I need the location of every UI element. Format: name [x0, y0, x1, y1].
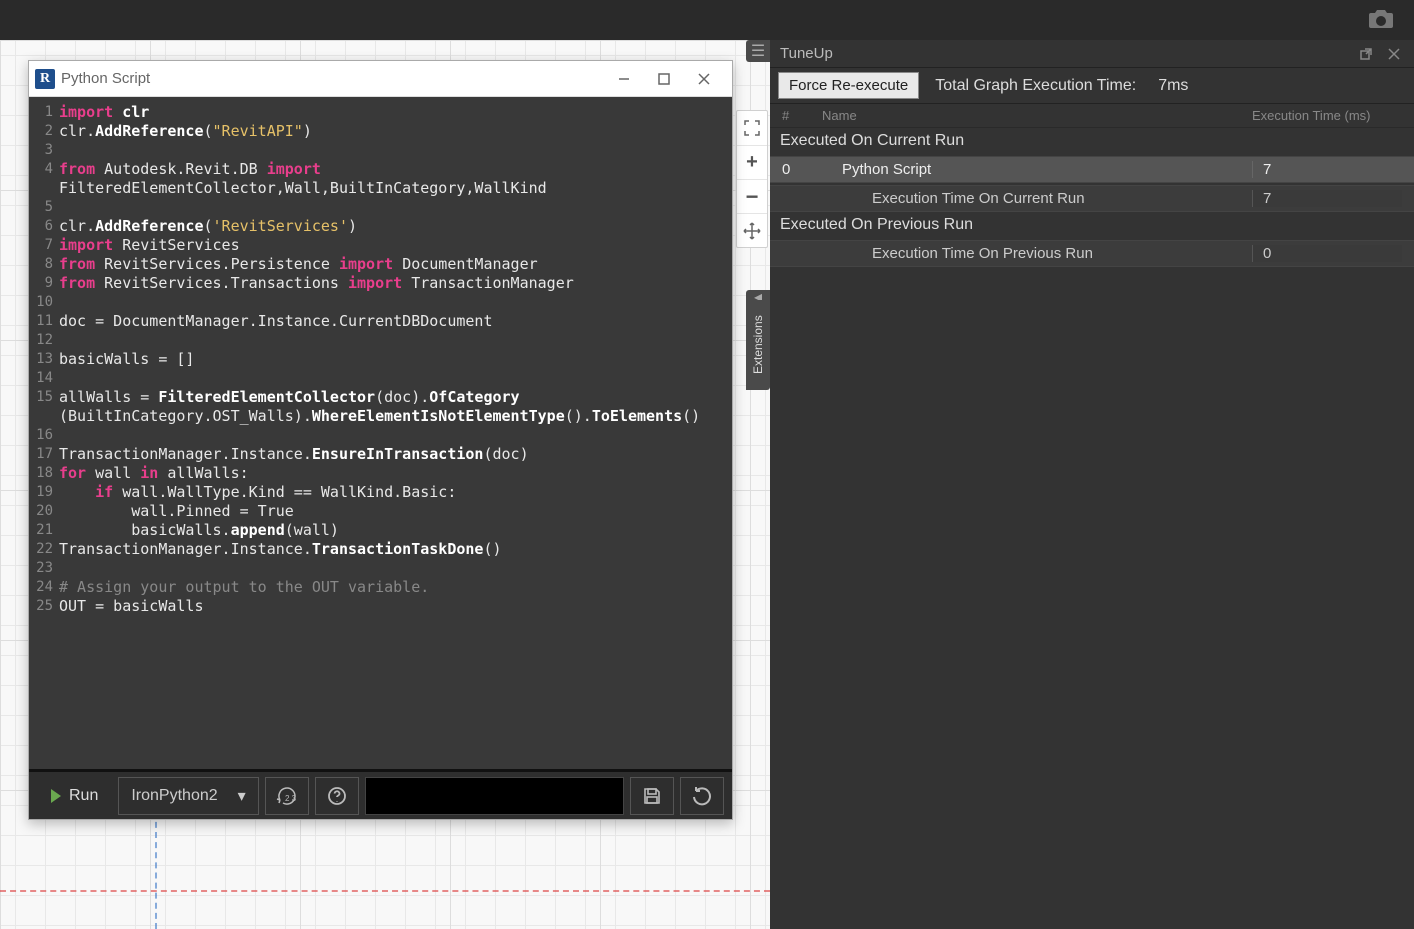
- svg-text:2 3: 2 3: [285, 794, 297, 803]
- header-time: Execution Time (ms): [1252, 108, 1402, 123]
- canvas-tools: + −: [736, 110, 768, 248]
- save-icon[interactable]: [630, 777, 674, 815]
- total-time-label: Total Graph Execution Time:: [935, 77, 1136, 95]
- table-row[interactable]: Execution Time On Current Run7: [770, 185, 1414, 212]
- revit-logo-icon: R: [35, 69, 55, 89]
- console-area: [365, 777, 624, 815]
- revert-icon[interactable]: [680, 777, 724, 815]
- tuneup-panel: ☰ TuneUp Force Re-execute Total Graph Ex…: [770, 40, 1414, 929]
- section-current: Executed On Current Run: [770, 128, 1414, 154]
- minimize-button[interactable]: [604, 65, 644, 93]
- top-bar: [0, 0, 1414, 40]
- zoom-out-icon[interactable]: −: [737, 179, 767, 213]
- extensions-tab[interactable]: Extensions: [746, 300, 770, 390]
- rows-prev: Execution Time On Previous Run0: [770, 238, 1414, 267]
- force-reexecute-button[interactable]: Force Re-execute: [778, 72, 919, 99]
- exec-bar: Force Re-execute Total Graph Execution T…: [770, 68, 1414, 104]
- close-button[interactable]: [684, 65, 724, 93]
- close-icon[interactable]: [1384, 48, 1404, 60]
- section-prev: Executed On Previous Run: [770, 212, 1414, 238]
- zoom-in-icon[interactable]: +: [737, 145, 767, 179]
- window-title: Python Script: [61, 70, 604, 87]
- run-label: Run: [69, 787, 98, 805]
- code-editor[interactable]: 1234567891011121314151617181920212223242…: [29, 97, 732, 769]
- code-content[interactable]: import clrclr.AddReference("RevitAPI")fr…: [57, 97, 732, 769]
- editor-footer: Run IronPython2 ▾ 2 3: [29, 769, 732, 819]
- run-button[interactable]: Run: [37, 777, 112, 815]
- table-row[interactable]: Execution Time On Previous Run0: [770, 240, 1414, 267]
- table-header: # Name Execution Time (ms): [770, 104, 1414, 128]
- camera-icon[interactable]: [1368, 8, 1394, 30]
- panel-header: TuneUp: [770, 40, 1414, 68]
- maximize-button[interactable]: [644, 65, 684, 93]
- line-numbers: 1234567891011121314151617181920212223242…: [29, 97, 57, 769]
- popout-icon[interactable]: [1356, 48, 1376, 60]
- engine-selector[interactable]: IronPython2 ▾: [118, 777, 258, 815]
- play-icon: [51, 789, 61, 803]
- rows-current: 0Python Script7Execution Time On Current…: [770, 154, 1414, 212]
- total-time-value: 7ms: [1158, 77, 1188, 95]
- panel-title: TuneUp: [780, 45, 1348, 62]
- header-name: Name: [822, 108, 1252, 123]
- fit-icon[interactable]: [737, 111, 767, 145]
- table-row[interactable]: 0Python Script7: [770, 156, 1414, 183]
- header-idx: #: [782, 108, 822, 123]
- axis-x: [0, 890, 770, 892]
- help-icon[interactable]: [315, 777, 359, 815]
- pan-icon[interactable]: [737, 213, 767, 247]
- window-title-bar[interactable]: R Python Script: [29, 61, 732, 97]
- chevron-down-icon: ▾: [238, 786, 246, 806]
- python-script-window: R Python Script 123456789101112131415161…: [28, 60, 733, 820]
- engine-label: IronPython2: [131, 787, 217, 805]
- pane-handle-icon[interactable]: ☰: [746, 40, 770, 62]
- history-icon[interactable]: 2 3: [265, 777, 309, 815]
